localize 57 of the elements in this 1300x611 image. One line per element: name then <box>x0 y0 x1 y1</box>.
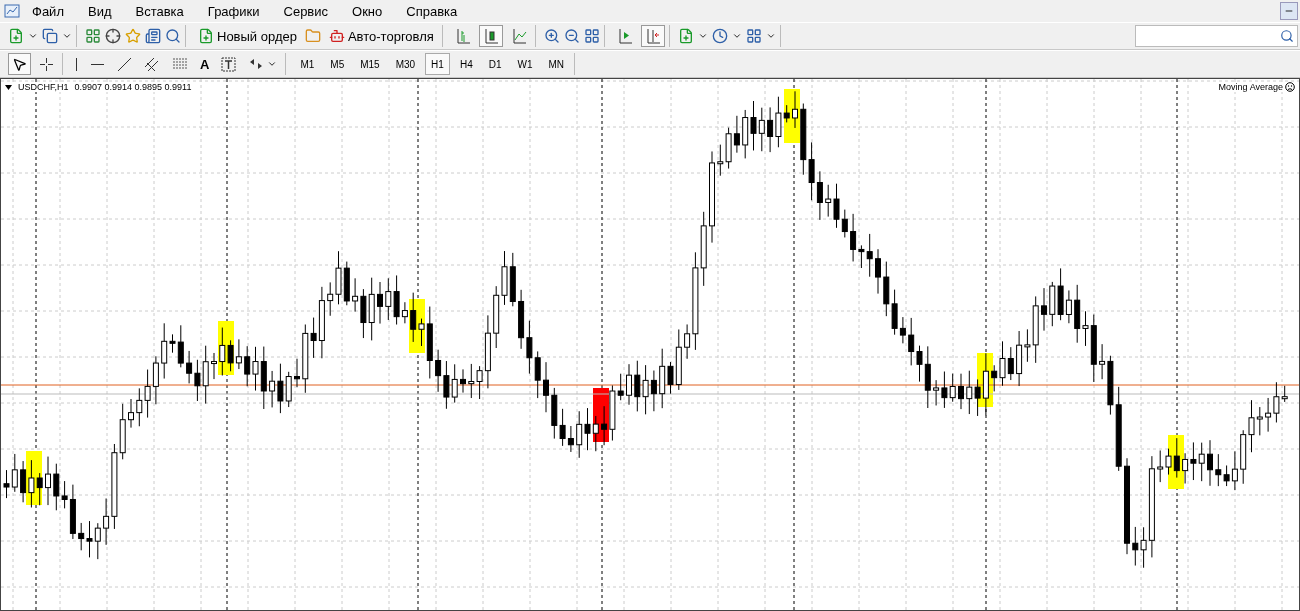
timeframe-button[interactable]: W1 <box>511 53 539 75</box>
timeframe-button[interactable]: M15 <box>354 53 386 75</box>
timeframe-button[interactable]: D1 <box>482 53 508 75</box>
new-order-icon <box>198 28 214 44</box>
tile-windows-icon[interactable] <box>583 28 600 44</box>
timeframe-button[interactable]: M1 <box>294 53 321 75</box>
menu-item[interactable]: Вид <box>75 3 124 19</box>
app-icon[interactable] <box>4 3 20 19</box>
search-icon <box>1280 29 1294 43</box>
menu-item[interactable]: Справка <box>394 3 470 19</box>
symbol-title: USDCHF,H1 <box>18 82 69 92</box>
ohlc-prices: 0.9907 0.9914 0.9895 0.9911 <box>74 82 192 92</box>
cursor-icon <box>12 56 27 72</box>
search-field[interactable] <box>1135 25 1298 47</box>
cursor-tool-button[interactable] <box>8 53 31 75</box>
menu-item[interactable]: Графики <box>195 3 272 19</box>
line-chart-icon <box>510 28 527 44</box>
zoom-in-icon[interactable] <box>543 28 560 44</box>
caret-icon[interactable] <box>697 31 708 41</box>
periods-icon[interactable] <box>711 28 728 44</box>
vertical-line-icon <box>75 56 78 72</box>
candlestick-icon <box>482 28 499 44</box>
caret-icon[interactable] <box>28 31 38 41</box>
minimize-button[interactable] <box>1280 2 1298 20</box>
menu-item[interactable]: Окно <box>340 3 395 19</box>
menu-item[interactable]: Сервис <box>271 3 341 19</box>
collapse-triangle-icon[interactable] <box>5 84 12 90</box>
sad-face-icon <box>1285 82 1295 92</box>
menu-item[interactable]: Файл <box>20 3 76 19</box>
menu-item[interactable]: Вставка <box>123 3 196 19</box>
fibonacci-icon <box>172 57 188 71</box>
indicator-label: Moving Average <box>1218 82 1283 92</box>
new-order-button[interactable]: Новый ордер <box>194 25 301 47</box>
timeframe-button[interactable]: M30 <box>389 53 422 75</box>
caret-icon[interactable] <box>62 31 72 41</box>
text-tool-button[interactable]: A <box>196 53 214 75</box>
auto-trading-button[interactable]: Авто-торговля <box>324 25 438 47</box>
timeframe-button[interactable]: MN <box>542 53 571 75</box>
robot-icon <box>328 28 345 44</box>
bar-chart-icon <box>454 28 471 44</box>
crosshair-icon <box>39 56 54 72</box>
caret-icon[interactable] <box>765 31 776 41</box>
caret-icon[interactable] <box>267 59 278 69</box>
channel-icon <box>144 56 160 72</box>
autoscroll-icon <box>644 28 661 44</box>
crosshair-icon[interactable] <box>105 28 121 44</box>
trendline-icon <box>117 56 132 72</box>
timeframe-button[interactable]: H4 <box>453 53 479 75</box>
chart-shift-icon <box>616 28 633 44</box>
autoscroll-button[interactable] <box>640 25 665 47</box>
caret-icon[interactable] <box>731 31 742 41</box>
timeframe-button[interactable]: M5 <box>324 53 351 75</box>
timeframe-button[interactable]: H1 <box>425 53 450 75</box>
candlestick-chart-button[interactable] <box>478 25 503 47</box>
zoom-out-icon[interactable] <box>563 28 580 44</box>
text-label-icon <box>221 56 237 72</box>
horizontal-line-icon <box>90 62 105 66</box>
